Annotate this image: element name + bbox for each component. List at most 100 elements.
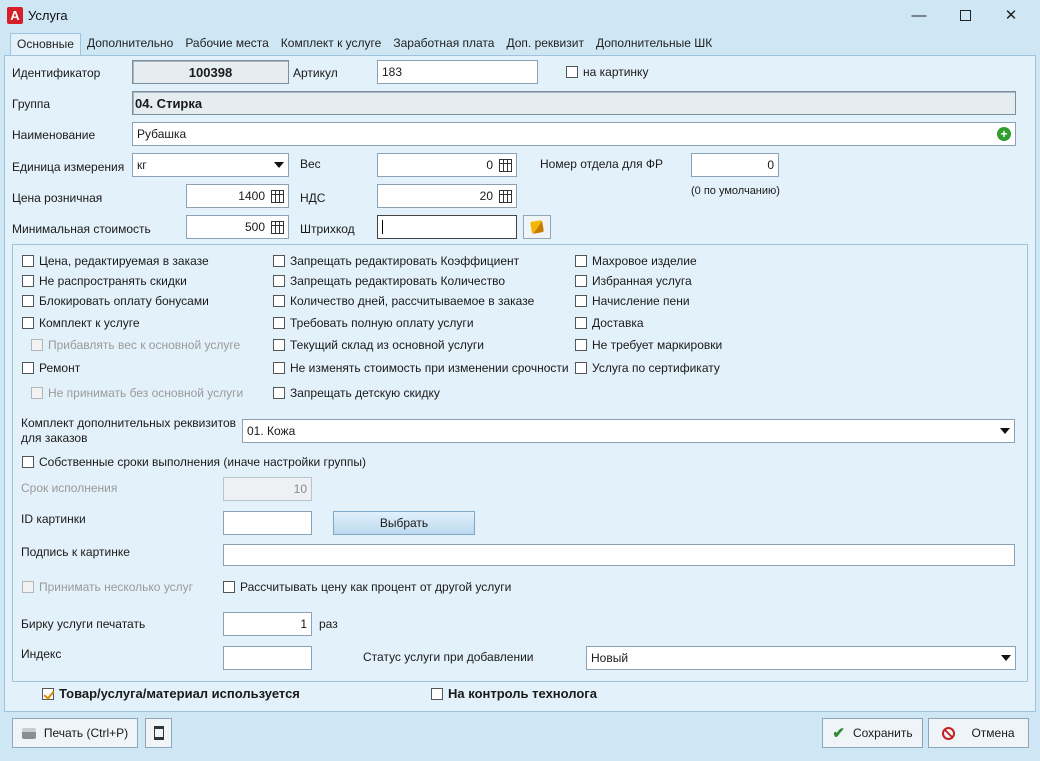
cb-no-marking[interactable]: Не требует маркировки (575, 338, 722, 352)
index-input[interactable] (223, 646, 312, 670)
tab-service-kit[interactable]: Комплект к услуге (275, 33, 388, 55)
dept-input[interactable]: 0 (691, 153, 779, 177)
checkbox-box-checked[interactable] (42, 687, 54, 700)
checkbox-label: Доставка (592, 316, 644, 330)
status-select[interactable]: Новый (586, 646, 1016, 670)
caption-input[interactable] (223, 544, 1015, 566)
checkbox-box[interactable] (22, 295, 34, 307)
checkbox-label: Не изменять стоимость при изменении сроч… (290, 361, 569, 375)
cb-service-kit[interactable]: Комплект к услуге (22, 316, 140, 330)
cb-price-editable[interactable]: Цена, редактируемая в заказе (22, 254, 209, 268)
tab-extra-requisite[interactable]: Доп. реквизит (500, 33, 589, 55)
checkbox-box[interactable] (22, 275, 34, 287)
tag-input[interactable]: 1 (223, 612, 312, 636)
checkbox-box[interactable] (575, 317, 587, 329)
report-button[interactable] (145, 718, 172, 748)
maximize-icon (959, 9, 971, 21)
title-bar (0, 0, 1040, 30)
save-button[interactable]: ✔ Сохранить (822, 718, 923, 748)
cb-forbid-qty[interactable]: Запрещать редактировать Количество (273, 274, 505, 288)
checkbox-box[interactable] (575, 275, 587, 287)
checkbox-box[interactable] (575, 362, 587, 374)
checkbox-box[interactable] (273, 295, 285, 307)
checkbox-box[interactable] (22, 317, 34, 329)
calculator-icon[interactable] (499, 189, 512, 203)
checkbox-box[interactable] (223, 581, 235, 593)
cb-own-terms[interactable]: Собственные сроки выполнения (иначе наст… (22, 455, 366, 469)
cb-terry[interactable]: Махровое изделие (575, 254, 697, 268)
cb-current-warehouse[interactable]: Текущий склад из основной услуги (273, 338, 484, 352)
price-input[interactable]: 1400 (186, 184, 289, 208)
checkbox-box[interactable] (22, 456, 34, 468)
checkbox-box[interactable] (575, 295, 587, 307)
checkbox-box[interactable] (273, 362, 285, 374)
cb-technologist-control[interactable]: На контроль технолога (431, 686, 597, 701)
maximize-button[interactable] (942, 0, 988, 30)
chevron-down-icon (274, 162, 284, 168)
cb-delivery[interactable]: Доставка (575, 316, 644, 330)
name-input[interactable]: Рубашка + (132, 122, 1016, 146)
tab-extra-barcodes[interactable]: Дополнительные ШК (590, 33, 718, 55)
cb-favorite[interactable]: Избранная услуга (575, 274, 692, 288)
unit-select[interactable]: кг (132, 153, 289, 177)
checkbox-box[interactable] (273, 317, 285, 329)
pic-id-input[interactable] (223, 511, 312, 535)
close-button[interactable]: ✕ (988, 0, 1034, 30)
checkbox-label: На контроль технолога (448, 686, 597, 701)
cb-repair[interactable]: Ремонт (22, 361, 80, 375)
on-picture-check[interactable] (566, 66, 578, 78)
checkbox-label: Текущий склад из основной услуги (290, 338, 484, 352)
cancel-button[interactable]: Отмена (928, 718, 1029, 748)
checkbox-box[interactable] (273, 339, 285, 351)
kit-select[interactable]: 01. Кожа (242, 419, 1015, 443)
checkbox-box (22, 581, 34, 593)
name-label: Наименование (12, 128, 96, 142)
barcode-generate-button[interactable] (523, 215, 551, 239)
tag-label: Бирку услуги печатать (21, 617, 146, 631)
checkbox-box[interactable] (575, 255, 587, 267)
cb-penalty[interactable]: Начисление пени (575, 294, 690, 308)
tab-main[interactable]: Основные (10, 33, 81, 56)
checkbox-box[interactable] (431, 687, 443, 700)
barcode-input[interactable] (377, 215, 517, 239)
checkbox-label: Рассчитывать цену как процент от другой … (240, 580, 512, 594)
checkbox-label: Принимать несколько услуг (39, 580, 194, 594)
vat-input[interactable]: 20 (377, 184, 517, 208)
cb-certificate[interactable]: Услуга по сертификату (575, 361, 720, 375)
tab-salary[interactable]: Заработная плата (387, 33, 500, 55)
cb-block-bonuses[interactable]: Блокировать оплату бонусами (22, 294, 209, 308)
cb-forbid-child-discount[interactable]: Запрещать детскую скидку (273, 386, 440, 400)
add-icon[interactable]: + (997, 127, 1011, 141)
checkbox-box[interactable] (22, 255, 34, 267)
choose-button[interactable]: Выбрать (333, 511, 475, 535)
tab-workplaces[interactable]: Рабочие места (179, 33, 274, 55)
cb-item-used[interactable]: Товар/услуга/материал используется (42, 686, 300, 701)
checkbox-box[interactable] (575, 339, 587, 351)
cb-price-percent[interactable]: Рассчитывать цену как процент от другой … (223, 580, 511, 594)
cancel-icon (942, 726, 956, 740)
id-field: 100398 (132, 60, 289, 84)
tab-additional[interactable]: Дополнительно (81, 33, 179, 55)
weight-input[interactable]: 0 (377, 153, 517, 177)
cb-full-payment[interactable]: Требовать полную оплату услуги (273, 316, 474, 330)
print-label: Печать (Ctrl+P) (43, 726, 129, 740)
print-button[interactable]: Печать (Ctrl+P) (12, 718, 138, 748)
minimize-button[interactable]: — (896, 0, 942, 30)
on-picture-checkbox[interactable]: на картинку (566, 65, 648, 79)
checkbox-box[interactable] (273, 275, 285, 287)
cb-keep-cost[interactable]: Не изменять стоимость при изменении сроч… (273, 361, 569, 375)
checkbox-box[interactable] (273, 387, 285, 399)
calculator-icon[interactable] (499, 158, 512, 172)
text-cursor (382, 220, 383, 234)
checkbox-box[interactable] (22, 362, 34, 374)
min-cost-value: 500 (244, 220, 265, 234)
calculator-icon[interactable] (271, 220, 284, 234)
cb-no-discounts[interactable]: Не распространять скидки (22, 274, 187, 288)
cb-days-count[interactable]: Количество дней, рассчитываемое в заказе (273, 294, 534, 308)
calculator-icon[interactable] (271, 189, 284, 203)
cb-forbid-coef[interactable]: Запрещать редактировать Коэффициент (273, 254, 519, 268)
dept-label: Номер отдела для ФР (540, 157, 664, 171)
min-cost-input[interactable]: 500 (186, 215, 289, 239)
article-input[interactable]: 183 (377, 60, 538, 84)
checkbox-box[interactable] (273, 255, 285, 267)
